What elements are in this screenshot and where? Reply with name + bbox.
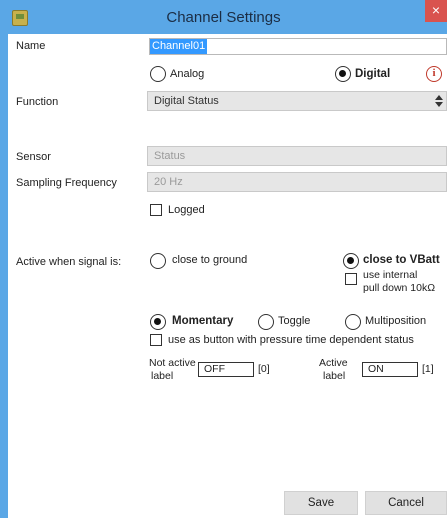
- logged-checkbox[interactable]: [150, 204, 162, 216]
- sampling-frequency-label: Sampling Frequency: [16, 177, 117, 189]
- pressure-time-checkbox[interactable]: [150, 334, 162, 346]
- not-active-label-input[interactable]: OFF: [198, 362, 254, 377]
- pull-down-checkbox[interactable]: [345, 273, 357, 285]
- name-input[interactable]: Channel01: [149, 38, 447, 55]
- window-frame-left: [0, 0, 8, 518]
- channel-settings-window: Channel Settings × Name Channel01 Analog…: [0, 0, 447, 518]
- pull-down-label-line1: use internal: [363, 269, 418, 281]
- cancel-button[interactable]: Cancel: [365, 491, 447, 515]
- function-label: Function: [16, 96, 59, 108]
- toggle-label: Toggle: [278, 315, 311, 327]
- analog-radio[interactable]: [150, 66, 166, 82]
- sensor-label: Sensor: [16, 151, 51, 163]
- sensor-value: Status: [154, 150, 186, 162]
- spinner-icon[interactable]: [434, 92, 444, 110]
- close-to-ground-radio[interactable]: [150, 253, 166, 269]
- save-button[interactable]: Save: [284, 491, 358, 515]
- function-select[interactable]: Digital Status: [147, 91, 447, 111]
- pull-down-label-line2: pull down 10kΩ: [363, 282, 436, 294]
- active-label-input[interactable]: ON: [362, 362, 418, 377]
- name-label: Name: [16, 40, 46, 52]
- function-value: Digital Status: [154, 95, 219, 107]
- digital-radio[interactable]: [335, 66, 351, 82]
- settings-form: Name Channel01 Analog Digital i Function…: [8, 34, 447, 518]
- info-icon[interactable]: i: [426, 66, 442, 82]
- sampling-frequency-field: 20 Hz: [147, 172, 447, 192]
- sampling-frequency-value: 20 Hz: [154, 176, 183, 188]
- active-index: [1]: [422, 363, 434, 375]
- momentary-radio[interactable]: [150, 314, 166, 330]
- not-active-index: [0]: [258, 363, 270, 375]
- pressure-time-label: use as button with pressure time depende…: [168, 334, 414, 346]
- multiposition-radio[interactable]: [345, 314, 361, 330]
- close-to-ground-label: close to ground: [172, 254, 248, 266]
- multiposition-label: Multiposition: [365, 315, 427, 327]
- toggle-radio[interactable]: [258, 314, 274, 330]
- active-caption-line2: label: [323, 370, 346, 382]
- sensor-field: Status: [147, 146, 447, 166]
- active-caption-line1: Active: [319, 357, 348, 369]
- close-to-vbatt-label: close to VBatt: [363, 254, 440, 266]
- close-button[interactable]: ×: [425, 0, 447, 22]
- momentary-label: Momentary: [172, 315, 234, 327]
- name-value: Channel01: [150, 39, 208, 54]
- logged-label: Logged: [168, 204, 205, 216]
- analog-label: Analog: [170, 68, 205, 80]
- close-to-vbatt-radio[interactable]: [343, 253, 359, 269]
- digital-label: Digital: [355, 68, 391, 80]
- window-title: Channel Settings: [166, 9, 281, 26]
- not-active-caption-line1: Not active: [149, 357, 196, 369]
- title-bar[interactable]: Channel Settings ×: [0, 0, 447, 34]
- not-active-caption-line2: label: [151, 370, 174, 382]
- active-signal-label: Active when signal is:: [16, 256, 122, 268]
